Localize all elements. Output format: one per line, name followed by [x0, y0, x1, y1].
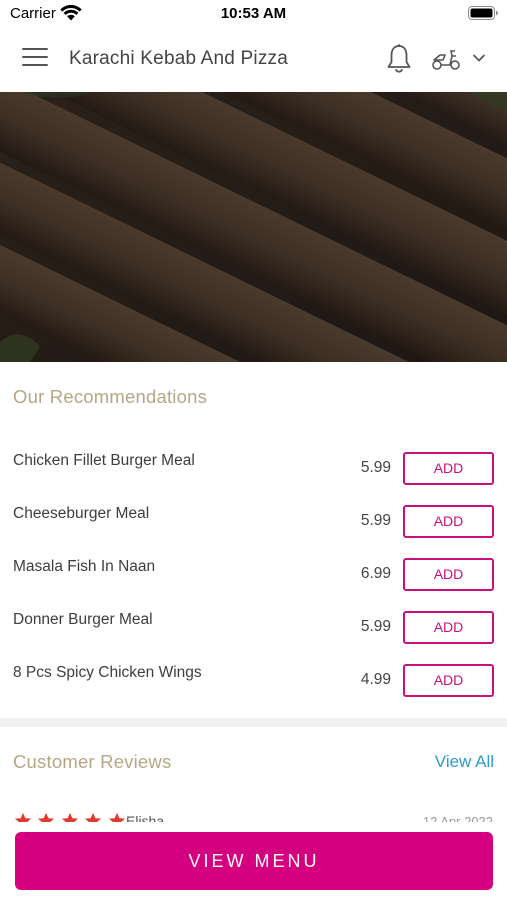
recommendation-item: Donner Burger Meal 5.99 ADD	[0, 599, 507, 652]
add-button[interactable]: ADD	[403, 611, 494, 644]
chevron-down-icon[interactable]	[472, 53, 486, 63]
view-all-link[interactable]: View All	[435, 752, 494, 772]
item-name: 8 Pcs Spicy Chicken Wings	[13, 664, 202, 681]
add-button[interactable]: ADD	[403, 505, 494, 538]
restaurant-title: Karachi Kebab And Pizza	[69, 48, 289, 69]
recommendation-item: Masala Fish In Naan 6.99 ADD	[0, 546, 507, 599]
item-name: Cheeseburger Meal	[13, 505, 150, 522]
item-price: 4.99	[360, 671, 391, 688]
item-price: 5.99	[360, 459, 391, 476]
kebab-photo	[0, 92, 507, 362]
status-bar: Carrier 10:53 AM	[0, 0, 507, 28]
add-button[interactable]: ADD	[403, 664, 494, 697]
recommendation-item: Chicken Fillet Burger Meal 5.99 ADD	[0, 440, 507, 493]
item-name: Donner Burger Meal	[13, 611, 153, 628]
section-divider	[0, 718, 507, 727]
view-menu-button[interactable]: VIEW MENU	[15, 832, 493, 890]
battery-icon	[468, 6, 498, 20]
recommendation-item: 8 Pcs Spicy Chicken Wings 4.99 ADD	[0, 652, 507, 705]
item-name: Chicken Fillet Burger Meal	[13, 452, 195, 469]
item-price: 5.99	[360, 512, 391, 529]
menu-icon[interactable]	[22, 48, 48, 70]
bottom-bar: VIEW MENU	[0, 822, 507, 900]
app-header: Karachi Kebab And Pizza	[0, 28, 507, 92]
add-button[interactable]: ADD	[403, 558, 494, 591]
add-button[interactable]: ADD	[403, 452, 494, 485]
item-name: Masala Fish In Naan	[13, 558, 156, 575]
clock: 10:53 AM	[220, 5, 287, 22]
recommendation-item: Cheeseburger Meal 5.99 ADD	[0, 493, 507, 546]
reviews-heading: Customer Reviews	[13, 751, 172, 772]
bell-icon[interactable]	[386, 43, 412, 75]
item-price: 6.99	[360, 565, 391, 582]
scooter-icon[interactable]	[431, 47, 461, 71]
hero-image	[0, 92, 507, 362]
recommendations-heading: Our Recommendations	[13, 386, 208, 407]
item-price: 5.99	[360, 618, 391, 635]
recommendations-list: Chicken Fillet Burger Meal 5.99 ADD Chee…	[0, 440, 507, 705]
